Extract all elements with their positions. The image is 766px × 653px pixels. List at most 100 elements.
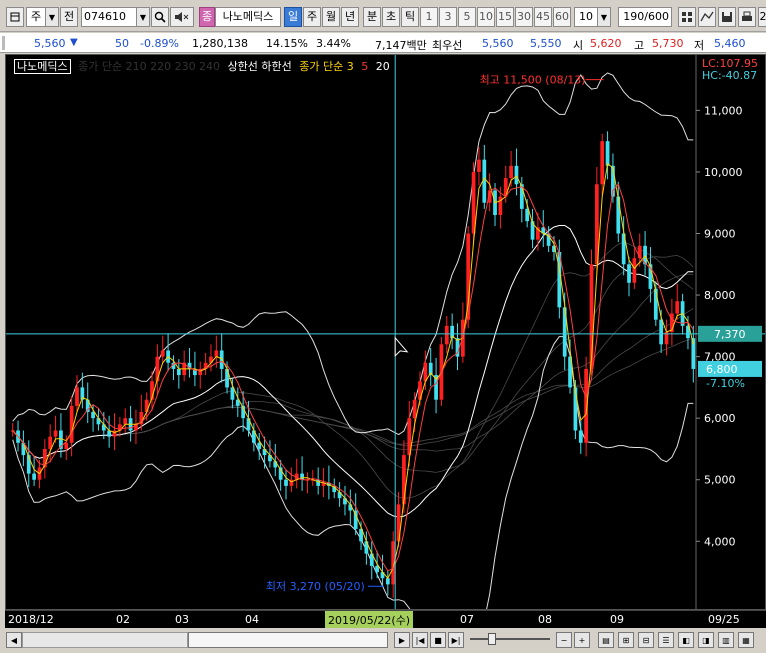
interval-button-45[interactable]: 45 xyxy=(534,7,552,27)
legend-ma2-label[interactable]: 종가 단순 3 xyxy=(299,60,353,73)
chevron-down-icon[interactable]: ▼ xyxy=(45,7,59,27)
interval-button-3[interactable]: 3 xyxy=(439,7,457,27)
legend-ma2-5[interactable]: 5 xyxy=(361,60,368,73)
candle-body xyxy=(584,368,589,443)
view-option-6-icon[interactable]: ◨ xyxy=(698,632,714,648)
candle-body xyxy=(375,565,379,573)
price-change: 50 xyxy=(115,37,129,50)
speaker-icon[interactable] xyxy=(170,7,194,27)
max-price-label: 최고 11,500 (08/13) xyxy=(480,74,586,87)
count-input[interactable]: 190/600 xyxy=(618,7,672,27)
candle-body xyxy=(53,430,58,437)
save-icon[interactable] xyxy=(718,7,736,27)
view-option-1-icon[interactable]: ▤ xyxy=(598,632,614,648)
chevron-down-icon[interactable]: ▼ xyxy=(136,7,150,27)
price-chart[interactable]: 4,000 5,000 6,000 7,000 8,000 9,000 10,000 11,0… xyxy=(5,54,766,610)
period-tab-2[interactable]: 월 xyxy=(322,7,340,27)
chart-canvas[interactable]: 4,0005,0006,0007,0008,0009,00010,00011,0… xyxy=(6,55,765,609)
view-option-4-icon[interactable]: ☰ xyxy=(658,632,674,648)
candle-body xyxy=(214,350,219,357)
y-tick-label: 4,000 xyxy=(704,535,736,548)
price-change-pct: -0.89% xyxy=(140,37,179,50)
search-icon[interactable] xyxy=(151,7,169,27)
zoom-slider-handle[interactable] xyxy=(488,633,496,645)
period-tab-0[interactable]: 일 xyxy=(284,7,302,27)
crosshair-price-label: 7,370 xyxy=(714,328,746,341)
period-tab-4[interactable]: 분 xyxy=(363,7,381,27)
y-tick-label: 8,000 xyxy=(704,289,736,302)
stock-code-input[interactable]: 074610 xyxy=(81,7,137,27)
y-tick-label: 5,000 xyxy=(704,474,736,487)
draw-tool-icon[interactable] xyxy=(698,7,716,27)
candle-body xyxy=(160,350,165,357)
x-tick-label: 04 xyxy=(245,613,259,626)
interval-button-30[interactable]: 30 xyxy=(515,7,533,27)
candle-body xyxy=(69,405,74,443)
interval-button-60[interactable]: 60 xyxy=(553,7,571,27)
candle-body xyxy=(616,196,621,234)
interval-button-15[interactable]: 15 xyxy=(496,7,514,27)
play-icon[interactable]: ▶| xyxy=(448,632,464,648)
interval-input[interactable]: 10 xyxy=(574,7,598,27)
legend-band-label[interactable]: 상한선 하한선 xyxy=(228,60,292,73)
quote-bar: 5,560 ▼ 50 -0.89% 1,280,138 14.15% 3.44%… xyxy=(0,33,766,53)
scroll-track[interactable] xyxy=(22,632,188,648)
grid-icon[interactable] xyxy=(678,7,696,27)
candle-body xyxy=(176,368,181,376)
market-select[interactable]: 주 xyxy=(26,7,46,27)
legend-ma2-20[interactable]: 20 xyxy=(376,60,390,73)
layout-icon[interactable] xyxy=(6,7,24,27)
view-option-8-icon[interactable]: ▦ xyxy=(738,632,754,648)
open-label: 시 xyxy=(573,39,584,52)
period-tab-3[interactable]: 년 xyxy=(341,7,359,27)
chevron-down-icon[interactable]: ▼ xyxy=(597,7,611,27)
best-bid: 5,550 xyxy=(530,37,562,50)
y-tick-label: 6,000 xyxy=(704,412,736,425)
candle-body xyxy=(155,356,160,382)
best-ask: 5,560 xyxy=(482,37,514,50)
last-change-label: -7.10% xyxy=(706,377,745,390)
trade-amount: 7,147백만 xyxy=(375,39,427,52)
view-option-2-icon[interactable]: ⊞ xyxy=(618,632,634,648)
search-scope-button[interactable]: 전 xyxy=(60,7,78,27)
zoom-in-icon[interactable]: + xyxy=(574,632,590,648)
candle-body xyxy=(64,442,69,449)
high-label: 고 xyxy=(634,39,645,52)
count-total: /600 xyxy=(644,10,669,23)
scroll-right-icon[interactable]: ▶ xyxy=(394,632,410,648)
y-tick-label: 11,000 xyxy=(704,104,743,117)
step-back-icon[interactable]: |◀ xyxy=(412,632,428,648)
x-tick-label: 2018/12 xyxy=(8,613,54,626)
period-tab-6[interactable]: 틱 xyxy=(401,7,419,27)
stop-icon[interactable]: ■ xyxy=(430,632,446,648)
scroll-thumb[interactable] xyxy=(188,632,388,648)
view-option-3-icon[interactable]: ⊟ xyxy=(638,632,654,648)
more-button[interactable]: 2 xyxy=(758,7,766,27)
chart-navigation: ◀ ▶ |◀ ■ ▶| − + ▤ ⊞ ⊟ ☰ ◧ ◨ ▥ ▦ xyxy=(0,628,766,653)
min-price-label: 최저 3,270 (05/20) xyxy=(266,580,365,593)
period-tab-1[interactable]: 주 xyxy=(303,7,321,27)
print-icon[interactable] xyxy=(738,7,756,27)
legend-ma-label[interactable]: 종가 단순 210 220 230 240 xyxy=(78,60,220,73)
zoom-out-icon[interactable]: − xyxy=(556,632,572,648)
turnover-pct: 14.15% xyxy=(266,37,308,50)
period-tab-5[interactable]: 초 xyxy=(382,7,400,27)
candle-body xyxy=(509,165,513,179)
x-tick-label: 03 xyxy=(175,613,189,626)
view-option-5-icon[interactable]: ◧ xyxy=(678,632,694,648)
interval-button-10[interactable]: 10 xyxy=(477,7,495,27)
x-tick-label: 09 xyxy=(610,613,624,626)
best-label: 최우선 xyxy=(432,39,463,52)
candle-body xyxy=(91,412,95,419)
candle-body xyxy=(514,165,519,185)
view-option-7-icon[interactable]: ▥ xyxy=(718,632,734,648)
interval-button-1[interactable]: 1 xyxy=(420,7,438,27)
candle-body xyxy=(659,319,664,345)
interval-button-5[interactable]: 5 xyxy=(458,7,476,27)
legend-stock-name[interactable]: 나노메딕스 xyxy=(14,59,71,74)
candle-body xyxy=(353,510,358,529)
scroll-left-icon[interactable]: ◀ xyxy=(6,632,22,648)
chart-legend: 나노메딕스 종가 단순 210 220 230 240 상한선 하한선 종가 단… xyxy=(14,58,394,74)
stock-name-field[interactable]: 나노메딕스 xyxy=(215,7,281,27)
zoom-slider-track[interactable] xyxy=(470,638,550,640)
